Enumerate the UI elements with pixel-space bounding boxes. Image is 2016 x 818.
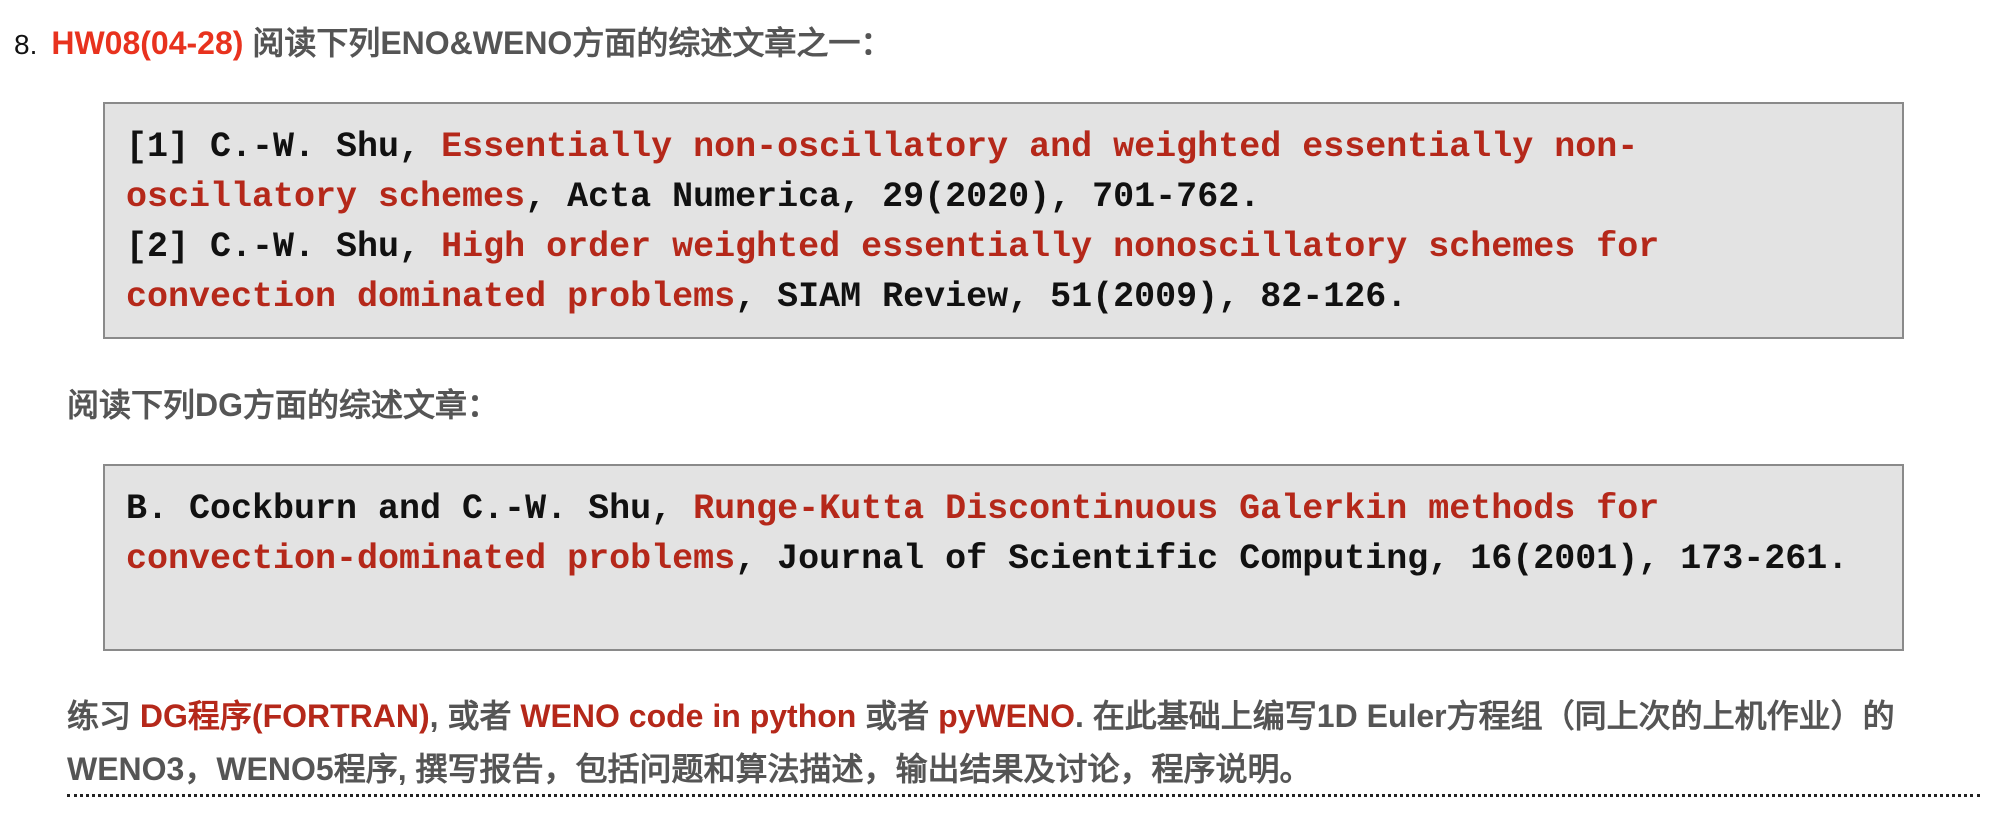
heading-text: 阅读下列ENO&WENO方面的综述文章之一： [252,25,893,61]
reference-source: , Journal of Scientific Computing, 16(20… [735,539,1849,579]
item-number: 8. [14,29,38,60]
reference-1: [1] C.-W. Shu, Essentially non-oscillato… [126,122,1856,222]
reference-author: B. Cockburn and C.-W. Shu, [126,489,694,529]
exercise-text: , 或者 [429,698,521,734]
reference-source: , SIAM Review, 51(2009), 82-126. [735,277,1408,317]
reference-author: [1] C.-W. Shu, [126,127,442,167]
pyweno-link[interactable]: pyWENO [938,698,1075,734]
exercise-text: 练习 [67,698,140,734]
reference-2: [2] C.-W. Shu, High order weighted essen… [126,222,1856,322]
weno-python-link[interactable]: WENO code in python [520,698,856,734]
exercise-text: 或者 [856,698,939,734]
dg-reference-box: B. Cockburn and C.-W. Shu, Runge-Kutta D… [103,464,1904,651]
reference-author: [2] C.-W. Shu, [126,227,442,267]
homework-code: HW08(04-28) [51,25,244,61]
dg-program-link[interactable]: DG程序(FORTRAN) [140,698,430,734]
assignment-heading: 8. HW08(04-28) 阅读下列ENO&WENO方面的综述文章之一： [14,18,892,64]
reference-list: [1] C.-W. Shu, Essentially non-oscillato… [126,122,1856,322]
reference-source: , Acta Numerica, 29(2020), 701-762. [525,177,1261,217]
dg-subheading: 阅读下列DG方面的综述文章： [67,387,500,423]
eno-weno-references-box: [1] C.-W. Shu, Essentially non-oscillato… [103,102,1904,339]
exercise-paragraph: 练习 DG程序(FORTRAN), 或者 WENO code in python… [67,690,1997,796]
dg-reference: B. Cockburn and C.-W. Shu, Runge-Kutta D… [126,484,1856,584]
dotted-divider [67,794,1980,797]
